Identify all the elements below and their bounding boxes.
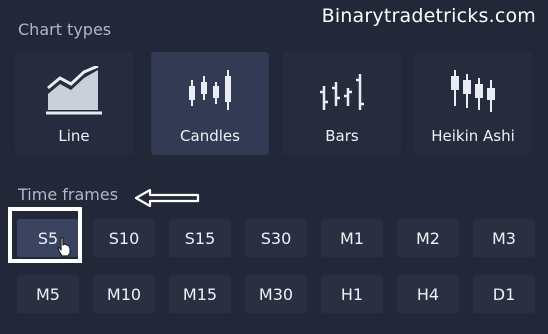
- candles-chart-icon: [189, 70, 231, 110]
- chart-type-label: Heikin Ashi: [431, 127, 515, 145]
- time-frames-heading: Time frames: [18, 185, 119, 204]
- arrow-annotation-icon: [134, 189, 200, 207]
- chart-type-label: Candles: [180, 127, 240, 145]
- timeframe-m3[interactable]: M3: [473, 219, 535, 257]
- hand-cursor-icon: [57, 237, 71, 257]
- line-chart-icon: [46, 66, 102, 115]
- chart-type-line[interactable]: Line: [15, 52, 133, 155]
- timeframe-s30[interactable]: S30: [245, 219, 307, 257]
- chart-type-candles[interactable]: Candles: [151, 52, 269, 155]
- heikin-ashi-chart-icon: [451, 70, 495, 112]
- chart-type-label: Line: [58, 127, 90, 145]
- timeframe-d1[interactable]: D1: [473, 275, 535, 313]
- bars-chart-icon: [320, 74, 364, 110]
- watermark-text: Binarytradetricks.com: [321, 5, 536, 27]
- timeframe-h1[interactable]: H1: [321, 275, 383, 313]
- timeframe-s15[interactable]: S15: [169, 219, 231, 257]
- chart-type-label: Bars: [325, 127, 359, 145]
- timeframe-m2[interactable]: M2: [397, 219, 459, 257]
- timeframe-m15[interactable]: M15: [169, 275, 231, 313]
- timeframe-s10[interactable]: S10: [93, 219, 155, 257]
- chart-type-bars[interactable]: Bars: [283, 52, 401, 155]
- timeframe-m30[interactable]: M30: [245, 275, 307, 313]
- timeframe-m10[interactable]: M10: [93, 275, 155, 313]
- chart-types-heading: Chart types: [18, 20, 112, 39]
- timeframe-m1[interactable]: M1: [321, 219, 383, 257]
- chart-type-heikin-ashi[interactable]: Heikin Ashi: [414, 52, 532, 155]
- timeframe-m5[interactable]: M5: [17, 275, 79, 313]
- timeframe-h4[interactable]: H4: [397, 275, 459, 313]
